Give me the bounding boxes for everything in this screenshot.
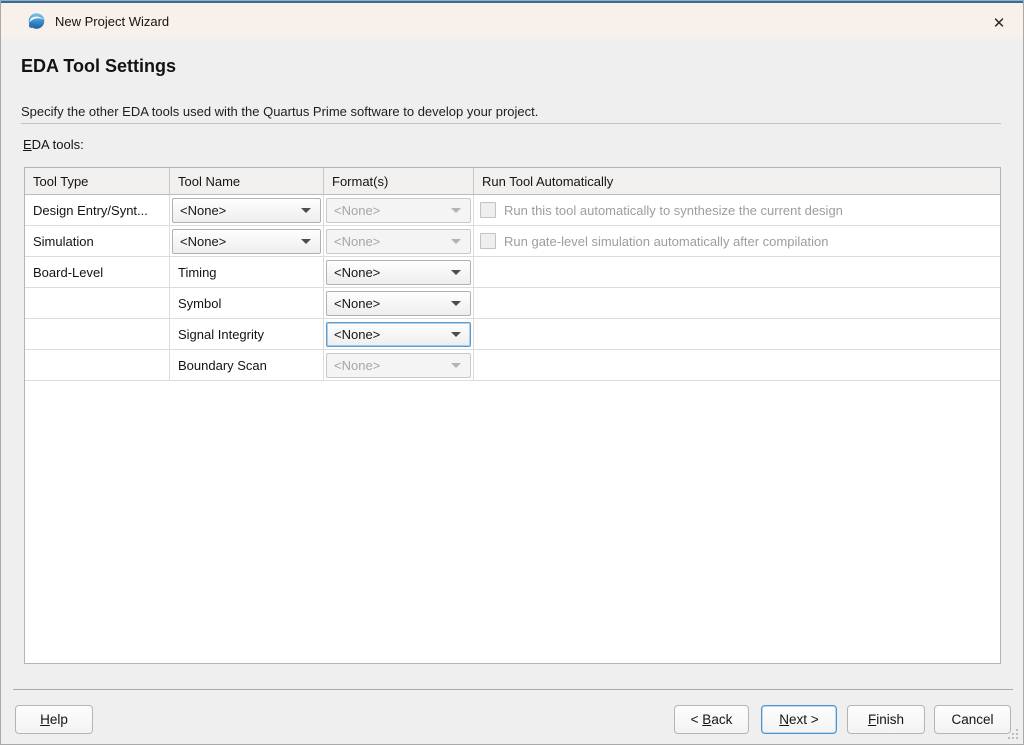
format-dropdown[interactable]: <None> [326, 291, 471, 316]
table-empty-area [25, 381, 1000, 663]
format-dropdown[interactable]: <None> [326, 260, 471, 285]
column-header-run-tool-automatically: Run Tool Automatically [474, 168, 1000, 194]
tool-type-cell [25, 288, 170, 318]
eda-tools-table: Tool Type Tool Name Format(s) Run Tool A… [24, 167, 1001, 664]
format-cell: <None> [324, 257, 474, 287]
table-row: Signal Integrity <None> [25, 319, 1000, 350]
page-title: EDA Tool Settings [21, 56, 176, 77]
table-row: Board-Level Timing <None> [25, 257, 1000, 288]
help-button[interactable]: Help [15, 705, 93, 734]
run-auto-cell [474, 350, 1000, 380]
run-auto-cell: Run gate-level simulation automatically … [474, 226, 1000, 256]
eda-tools-label: EDA tools: [23, 137, 84, 152]
run-auto-cell [474, 288, 1000, 318]
format-dropdown-focused[interactable]: <None> [326, 322, 471, 347]
chevron-down-icon [301, 208, 311, 213]
next-button[interactable]: Next > [761, 705, 837, 734]
run-auto-label: Run this tool automatically to synthesiz… [504, 203, 843, 218]
run-auto-cell [474, 257, 1000, 287]
tool-name-cell: Boundary Scan [170, 350, 324, 380]
format-dropdown-disabled: <None> [326, 198, 471, 223]
run-auto-cell [474, 319, 1000, 349]
tool-name-cell: <None> [170, 195, 324, 225]
chevron-down-icon [451, 363, 461, 368]
finish-button[interactable]: Finish [847, 705, 925, 734]
new-project-wizard-dialog: New Project Wizard ✕ EDA Tool Settings S… [0, 0, 1024, 745]
titlebar: New Project Wizard ✕ [1, 3, 1023, 39]
back-button[interactable]: < Back [674, 705, 749, 734]
tool-type-cell: Simulation [25, 226, 170, 256]
chevron-down-icon [301, 239, 311, 244]
tool-type-cell: Board-Level [25, 257, 170, 287]
chevron-down-icon [451, 208, 461, 213]
run-auto-label: Run gate-level simulation automatically … [504, 234, 828, 249]
tool-type-cell [25, 350, 170, 380]
format-cell: <None> [324, 319, 474, 349]
chevron-down-icon [451, 301, 461, 306]
table-row: Boundary Scan <None> [25, 350, 1000, 381]
table-row: Simulation <None> <None> Run gate-level … [25, 226, 1000, 257]
table-row: Design Entry/Synt... <None> <None> Run t… [25, 195, 1000, 226]
column-header-formats: Format(s) [324, 168, 474, 194]
tool-name-cell: <None> [170, 226, 324, 256]
format-cell: <None> [324, 350, 474, 380]
format-cell: <None> [324, 195, 474, 225]
resize-grip[interactable] [1006, 727, 1018, 739]
tool-name-cell: Symbol [170, 288, 324, 318]
close-icon: ✕ [993, 14, 1006, 32]
chevron-down-icon [451, 332, 461, 337]
tool-name-cell: Signal Integrity [170, 319, 324, 349]
format-dropdown-disabled: <None> [326, 353, 471, 378]
page-subtitle: Specify the other EDA tools used with th… [21, 104, 538, 119]
format-cell: <None> [324, 226, 474, 256]
format-cell: <None> [324, 288, 474, 318]
cancel-button[interactable]: Cancel [934, 705, 1011, 734]
run-auto-cell: Run this tool automatically to synthesiz… [474, 195, 1000, 225]
tool-type-cell [25, 319, 170, 349]
tool-name-dropdown[interactable]: <None> [172, 198, 321, 223]
run-auto-checkbox-disabled [480, 202, 496, 218]
column-header-tool-type: Tool Type [25, 168, 170, 194]
table-header-row: Tool Type Tool Name Format(s) Run Tool A… [25, 168, 1000, 195]
chevron-down-icon [451, 239, 461, 244]
chevron-down-icon [451, 270, 461, 275]
header-divider [21, 123, 1001, 124]
tool-name-cell: Timing [170, 257, 324, 287]
window-title: New Project Wizard [55, 14, 169, 29]
run-auto-checkbox-disabled [480, 233, 496, 249]
tool-name-dropdown[interactable]: <None> [172, 229, 321, 254]
tool-type-cell: Design Entry/Synt... [25, 195, 170, 225]
quartus-logo-icon [27, 12, 46, 31]
table-row: Symbol <None> [25, 288, 1000, 319]
footer-divider [13, 689, 1013, 690]
format-dropdown-disabled: <None> [326, 229, 471, 254]
column-header-tool-name: Tool Name [170, 168, 324, 194]
close-button[interactable]: ✕ [975, 5, 1023, 41]
